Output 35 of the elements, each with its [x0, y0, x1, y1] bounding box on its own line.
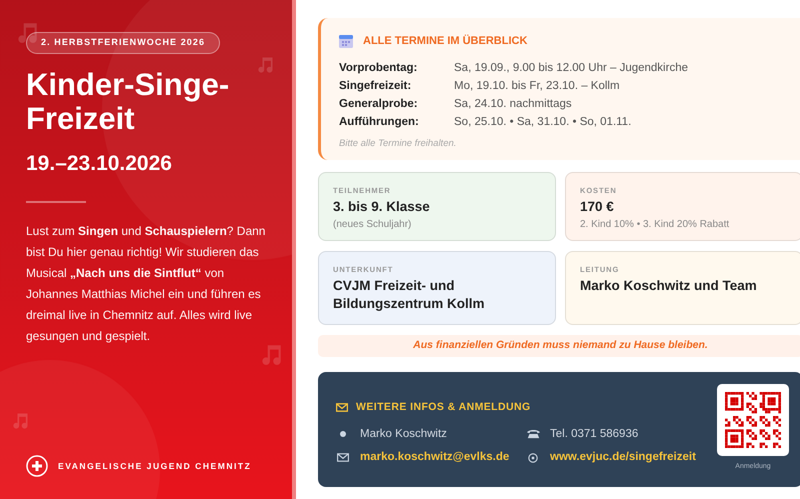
schedule-label: Vorprobentag:: [339, 60, 418, 76]
schedule-value: Sa, 24.10. nachmittags: [454, 96, 573, 112]
contact-text: Tel. 0371 586936: [550, 426, 638, 442]
organization-name: EVANGELISCHE JUGEND CHEMNITZ: [58, 460, 252, 472]
event-date: 19.–23.10.2026: [26, 150, 173, 176]
contact-heading: WEITERE INFOS & ANMELDUNG: [356, 400, 531, 415]
card-detail: 2. Kind 10% • 3. Kind 20% Rabatt: [580, 218, 730, 232]
calendar-icon: [339, 34, 353, 48]
schedule-heading: ALLE TERMINE IM ÜBERBLICK: [363, 34, 528, 49]
schedule-value: Sa, 19.09., 9.00 bis 12.00 Uhr – Jugendkirche: [454, 60, 689, 76]
bullet-icon: [340, 431, 346, 438]
contact-link[interactable]: marko.koschwitz@evlks.de: [360, 449, 510, 466]
card-value: 170 €: [580, 198, 615, 216]
card-detail: (neues Schuljahr): [333, 218, 412, 232]
card-value: CVJM Freizeit- und Bildungszentrum Kollm: [333, 277, 486, 314]
schedule-note: Bitte alle Termine freihalten.: [339, 136, 458, 150]
qr-code-icon: [725, 392, 781, 448]
schedule-value: So, 25.10. • Sa, 31.10. • So, 01.11.: [454, 114, 632, 130]
contact-link[interactable]: www.evjuc.de/singefreizeit: [550, 449, 696, 466]
envelope-icon: [336, 403, 348, 412]
schedule-label: Aufführungen:: [339, 114, 420, 130]
event-badge: 2. HERBSTFERIENWOCHE 2026: [26, 32, 220, 54]
card-value: Marko Koschwitz und Team: [580, 277, 758, 296]
event-title: Kinder-Singe-Freizeit: [26, 68, 230, 136]
envelope-icon: [337, 453, 349, 462]
phone-icon: [526, 429, 540, 440]
schedule-label: Generalprobe:: [339, 96, 419, 112]
intro-paragraph: Lust zum Singen und Schauspielern? Dann bist Du hier genau richtig! Wir studieren das Musical „Nach uns die Sintflut“ von Johannes Matthias Michel ein und führen es dreimal live in Chemnitz auf. Alles wird live gesungen und gespielt.: [26, 223, 266, 345]
circle-dot-icon: [528, 452, 538, 463]
schedule-label: Singefreizeit:: [339, 78, 412, 94]
schedule-value: Mo, 19.10. bis Fr, 23.10. – Kollm: [454, 78, 621, 94]
notice-banner: Aus finanziellen Gründen muss niemand zu Hause bleiben.: [318, 335, 800, 357]
contact-text: Marko Koschwitz: [360, 426, 447, 442]
cross-logo-icon: [26, 455, 48, 477]
card-value: 3. bis 9. Klasse: [333, 198, 431, 216]
